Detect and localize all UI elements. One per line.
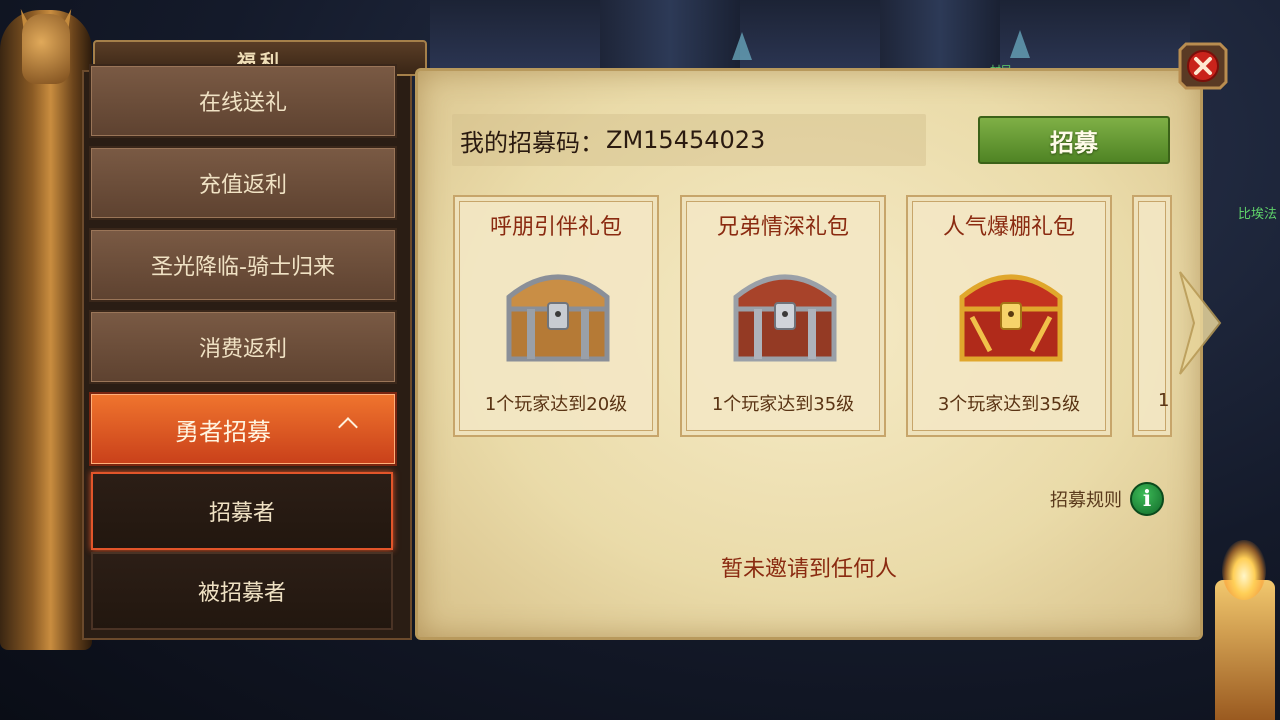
menu-item-label: 圣光降临-骑士归来 [151, 255, 335, 280]
pack-title: 兄弟情深礼包 [716, 215, 849, 240]
candle-flame [1222, 540, 1266, 600]
background-pillar [600, 0, 740, 70]
sub-item-label: 招募者 [208, 501, 275, 526]
pack-requirement: 1个玩家达到20级 [484, 394, 628, 415]
menu-item-label: 充值返利 [198, 173, 287, 198]
pack-title: 呼朋引伴礼包 [489, 215, 622, 240]
close-icon[interactable] [1176, 38, 1230, 92]
info-icon[interactable]: i [1130, 482, 1164, 516]
chevron-right-icon[interactable] [1176, 268, 1224, 378]
pack-card[interactable]: 人气爆棚礼包 3个玩家达到35级 [906, 195, 1112, 437]
sub-item-label: 被招募者 [197, 581, 286, 606]
background-crystal [1010, 30, 1030, 58]
pack-card[interactable]: 兄弟情深礼包 1个玩家达到35级 [680, 195, 886, 437]
chevron-up-icon [338, 417, 358, 437]
recruit-rules-link[interactable]: 招募规则 i [1050, 482, 1164, 516]
background-crystal [732, 32, 752, 60]
recruit-button[interactable]: 招募 [978, 116, 1170, 164]
sub-item-recruited[interactable]: 被招募者 [91, 552, 393, 630]
pack-requirement: 3个玩家达到35级 [937, 394, 1081, 415]
recruit-button-label: 招募 [1050, 128, 1098, 157]
recruit-code-label: 我的招募码： [460, 128, 604, 157]
statue-head [22, 14, 70, 84]
menu-item-label: 在线送礼 [198, 91, 287, 116]
pack-title: 人气爆棚礼包 [942, 215, 1075, 240]
background-npc-label: 比埃法 [1238, 207, 1278, 222]
statue-decoration [0, 10, 92, 650]
empty-invite-message: 暂未邀请到任何人 [720, 557, 897, 582]
background-pillar [880, 0, 1000, 70]
pack-card[interactable]: 呼朋引伴礼包 1个玩家达到20级 [453, 195, 659, 437]
silver-red-chest-icon [733, 274, 837, 362]
background-wall [430, 0, 1190, 70]
pack-requirement: 1个玩家达到35级 [711, 394, 855, 415]
menu-item-spend-rebate[interactable]: 消费返利 [89, 310, 397, 384]
menu-item-label: 消费返利 [198, 337, 287, 362]
pack-card-partial[interactable]: 1 [1132, 195, 1172, 437]
menu-item-knight-return[interactable]: 圣光降临-骑士归来 [89, 228, 397, 302]
sub-item-recruiter[interactable]: 招募者 [91, 472, 393, 550]
menu-item-hero-recruit[interactable]: 勇者招募 [89, 392, 397, 466]
gold-red-chest-icon [959, 274, 1063, 362]
menu-item-label: 勇者招募 [175, 417, 271, 446]
recruit-code-value: ZM15454023 [606, 126, 766, 154]
recruit-code-bar: 我的招募码： ZM15454023 [452, 114, 926, 166]
pack-requirement: 1 [1158, 390, 1170, 411]
recruit-rules-label: 招募规则 [1050, 490, 1122, 511]
menu-item-recharge-rebate[interactable]: 充值返利 [89, 146, 397, 220]
candle-decoration [1215, 580, 1275, 720]
silver-wood-chest-icon [506, 274, 610, 362]
menu-item-online-gift[interactable]: 在线送礼 [89, 64, 397, 138]
